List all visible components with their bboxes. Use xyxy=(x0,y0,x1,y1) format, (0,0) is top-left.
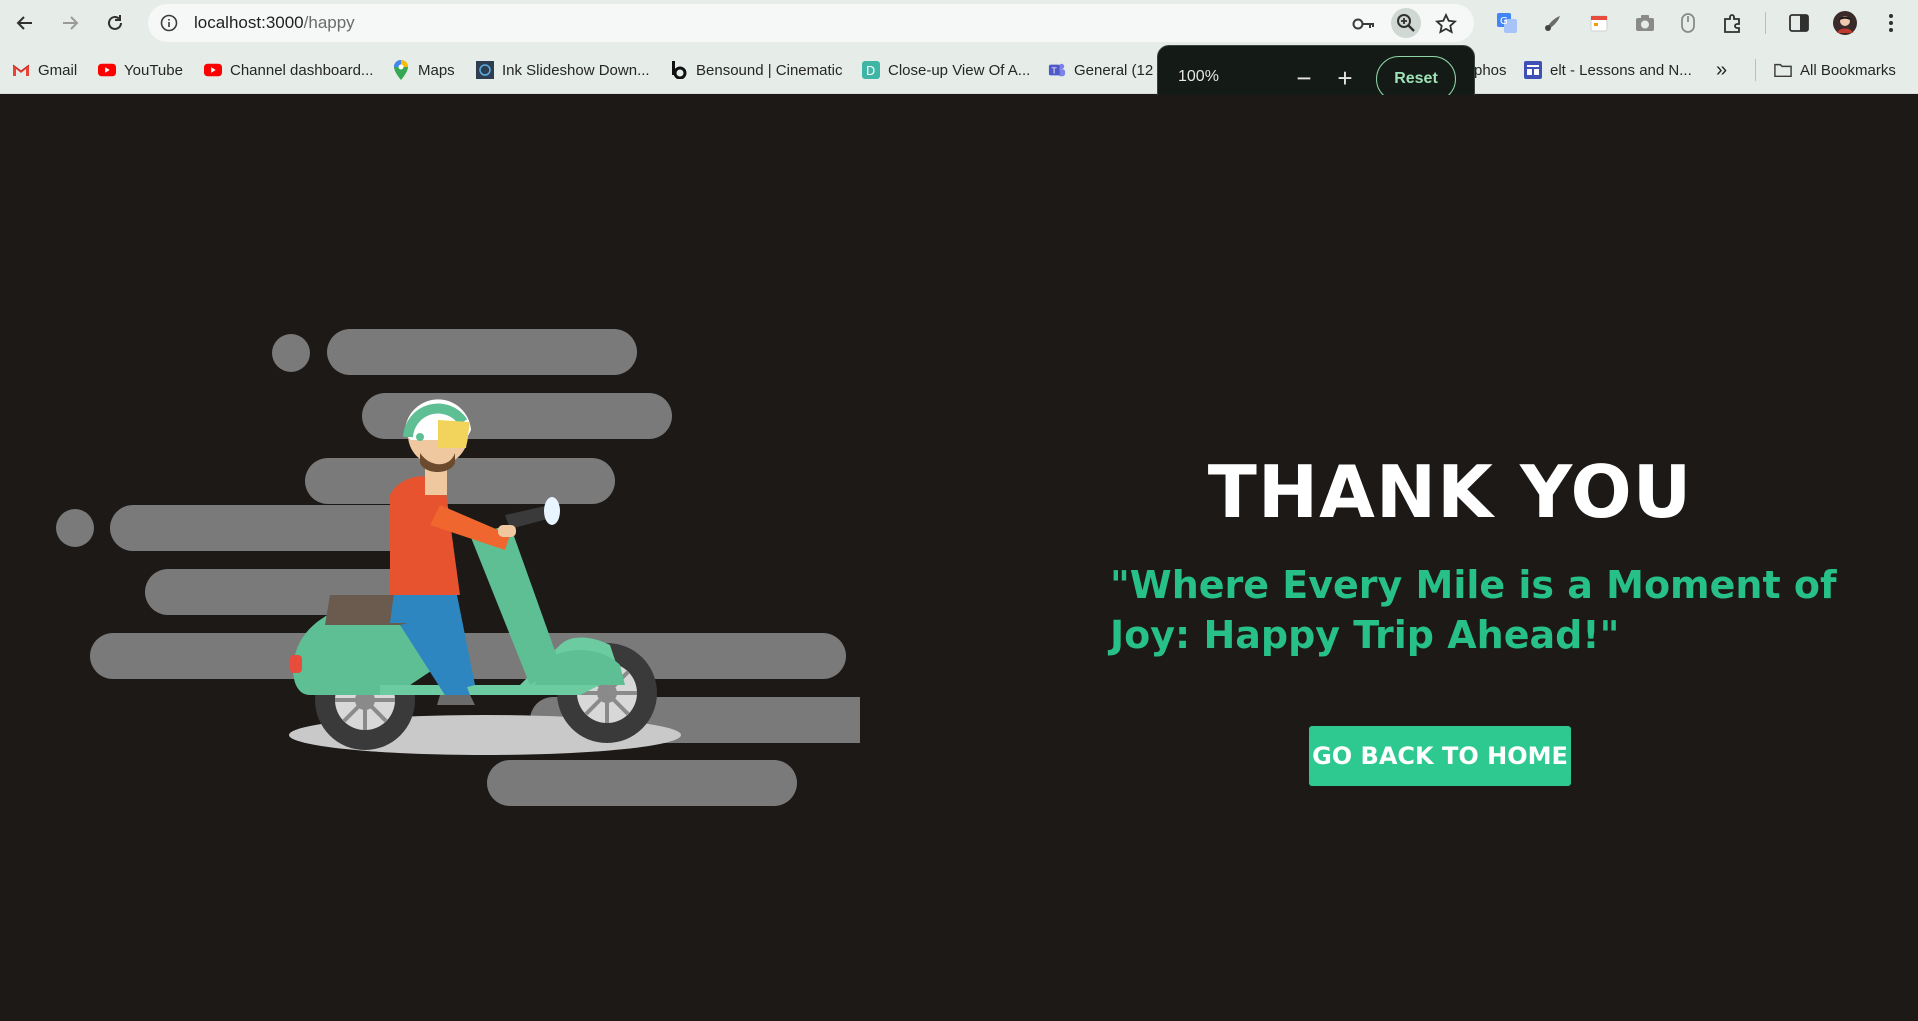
mouse-extension-icon[interactable] xyxy=(1675,10,1701,36)
bookmark-label: Gmail xyxy=(38,61,78,79)
bookmark-maps[interactable]: Maps xyxy=(392,59,455,81)
forward-button[interactable] xyxy=(55,9,85,37)
reload-icon xyxy=(108,15,122,30)
bookmark-elt-lessons[interactable]: elt - Lessons and N... xyxy=(1524,59,1692,81)
profile-avatar[interactable] xyxy=(1832,10,1858,36)
bookmark-label: elt - Lessons and N... xyxy=(1550,61,1692,79)
bookmark-label: Channel dashboard... xyxy=(230,61,374,79)
bookmark-channel-dashboard[interactable]: Channel dashboard... xyxy=(204,59,373,81)
site-info-icon[interactable] xyxy=(159,13,179,33)
teams-icon: T xyxy=(1048,61,1066,79)
svg-text:G: G xyxy=(1500,16,1508,27)
bookmark-ink-slideshow[interactable]: Ink Slideshow Down... xyxy=(476,59,650,81)
google-translate-icon[interactable]: G xyxy=(1494,10,1520,36)
bookmark-general[interactable]: T General (12 xyxy=(1048,59,1153,81)
bookmark-star-icon[interactable] xyxy=(1434,12,1458,36)
reload-button[interactable] xyxy=(100,9,130,37)
bookmark-close-up-view[interactable]: D Close-up View Of A... xyxy=(862,59,1030,81)
folder-icon xyxy=(1774,61,1792,79)
zoom-out-button[interactable]: − xyxy=(1288,62,1320,94)
bookmark-youtube[interactable]: YouTube xyxy=(98,59,183,81)
bookmark-photos[interactable]: phos xyxy=(1474,59,1507,81)
bensound-icon xyxy=(670,61,688,79)
bookmark-label: YouTube xyxy=(124,61,183,79)
side-panel-icon[interactable] xyxy=(1786,10,1812,36)
back-button[interactable] xyxy=(10,9,40,37)
go-back-home-button[interactable]: GO BACK TO HOME xyxy=(1309,726,1571,786)
gmail-icon xyxy=(12,61,30,79)
svg-text:T: T xyxy=(1051,66,1057,76)
arrow-left-icon xyxy=(16,16,32,30)
bookmark-label: Close-up View Of A... xyxy=(888,61,1031,79)
zoom-indicator-icon[interactable] xyxy=(1391,8,1421,38)
zoom-percent: 100% xyxy=(1178,68,1219,85)
page-title: THANK YOU xyxy=(1207,450,1693,534)
scooter-rider-illustration xyxy=(56,329,860,806)
maps-pin-icon xyxy=(392,60,410,80)
bookmark-label: Maps xyxy=(418,61,455,79)
more-bookmarks-chevron-icon[interactable]: » xyxy=(1716,59,1727,81)
bookmark-label: Ink Slideshow Down... xyxy=(502,61,650,79)
password-key-icon[interactable] xyxy=(1352,12,1376,36)
all-bookmarks-folder[interactable]: All Bookmarks xyxy=(1774,59,1896,81)
bookmark-label: All Bookmarks xyxy=(1800,61,1896,79)
youtube-icon xyxy=(98,61,116,79)
page-content: THANK YOU "Where Every Mile is a Moment … xyxy=(0,95,1918,1021)
bookmark-bensound[interactable]: Bensound | Cinematic xyxy=(670,59,842,81)
camera-extension-icon[interactable] xyxy=(1632,10,1658,36)
browser-toolbar: localhost:3000/happy G xyxy=(0,0,1918,46)
url-text[interactable]: localhost:3000/happy xyxy=(194,13,355,33)
youtube-icon xyxy=(204,61,222,79)
extensions-puzzle-icon[interactable] xyxy=(1720,10,1746,36)
d-icon: D xyxy=(862,61,880,79)
bookmark-label: General (12 xyxy=(1074,61,1154,79)
ink-icon xyxy=(476,61,494,79)
elt-icon xyxy=(1524,61,1542,79)
bookmarks-bar: Gmail YouTube Channel dashboard... Maps … xyxy=(0,46,1918,94)
bookmarks-divider xyxy=(1755,59,1756,81)
bookmark-label: Bensound | Cinematic xyxy=(696,61,843,79)
url-host: localhost:3000 xyxy=(194,13,304,32)
browser-menu-icon[interactable] xyxy=(1878,10,1904,36)
svg-text:D: D xyxy=(866,64,875,78)
arrow-right-icon xyxy=(63,16,79,30)
zoom-in-button[interactable]: + xyxy=(1329,62,1361,94)
paint-brush-extension-icon[interactable] xyxy=(1540,10,1566,36)
toolbar-divider xyxy=(1765,12,1766,34)
address-bar[interactable]: localhost:3000/happy xyxy=(148,4,1474,42)
tagline: "Where Every Mile is a Moment of Joy: Ha… xyxy=(1110,563,1837,657)
calendar-extension-icon[interactable] xyxy=(1586,10,1612,36)
bookmark-gmail[interactable]: Gmail xyxy=(12,59,77,81)
url-path: /happy xyxy=(303,13,355,32)
bookmark-label: phos xyxy=(1474,61,1507,79)
